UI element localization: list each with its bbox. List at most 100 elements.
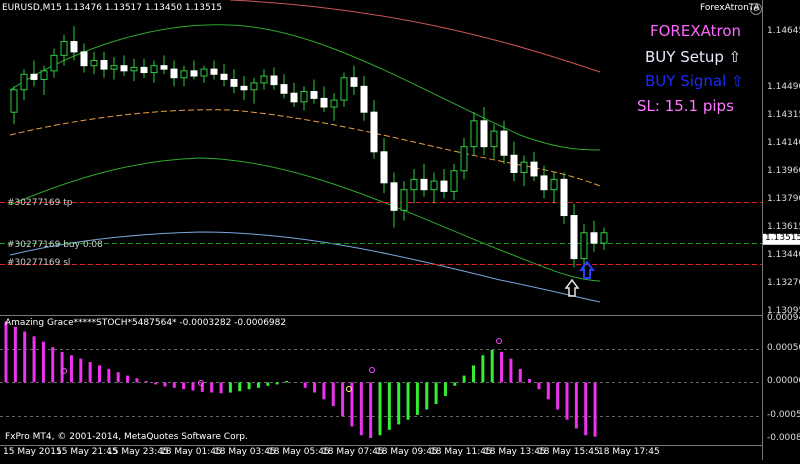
indicator-pane-label: Amazing Grace*****STOCH*5487564* -0.0003… <box>5 318 287 328</box>
time-axis-label: 18 May 11:45 <box>430 447 492 457</box>
candle-body[interactable] <box>130 66 138 72</box>
candle-body[interactable] <box>120 65 128 72</box>
upper-band-green <box>9 24 601 151</box>
candle-body[interactable] <box>310 91 318 99</box>
candle-body[interactable] <box>190 70 198 77</box>
candle-body[interactable] <box>240 85 248 91</box>
candle-body[interactable] <box>30 73 38 80</box>
price-tick: 1.13440 <box>767 250 800 260</box>
candle-body[interactable] <box>400 189 408 211</box>
indicator-tick: -0.000842 <box>767 433 800 444</box>
upper-band-red <box>229 0 601 73</box>
candle-body[interactable] <box>180 70 188 79</box>
price-tick: 1.13960 <box>767 166 800 176</box>
candle-body[interactable] <box>70 41 78 53</box>
price-tick: 1.14490 <box>767 82 800 92</box>
price-tick: 1.13270 <box>767 278 800 288</box>
candle-body[interactable] <box>270 75 278 86</box>
candle-body[interactable] <box>440 180 448 192</box>
tp-order-label: #30277169 tp <box>7 198 73 208</box>
price-tick: 1.14645 <box>767 26 800 36</box>
settings-icon[interactable]: ⚙ <box>750 3 762 15</box>
candle-body[interactable] <box>210 68 218 75</box>
candle-body[interactable] <box>320 97 328 108</box>
candles-group[interactable] <box>10 26 608 271</box>
candle-body[interactable] <box>50 54 58 72</box>
time-axis-label: 18 May 05:45 <box>268 447 330 457</box>
time-axis-label: 18 May 15:45 <box>538 447 600 457</box>
lower-band-green <box>9 157 601 282</box>
candle-body[interactable] <box>500 130 508 156</box>
time-axis-label: 18 May 03:45 <box>214 447 276 457</box>
candle-body[interactable] <box>560 178 568 217</box>
candle-body[interactable] <box>380 151 388 184</box>
candle-body[interactable] <box>570 215 578 260</box>
candle-body[interactable] <box>80 51 88 67</box>
candle-body[interactable] <box>90 60 98 67</box>
overlay-buy-signal: BUY Signal ⇧ <box>645 72 744 90</box>
candle-body[interactable] <box>540 175 548 191</box>
candle-body[interactable] <box>490 130 498 148</box>
candle-body[interactable] <box>590 232 598 244</box>
candle-body[interactable] <box>150 65 158 74</box>
candle-body[interactable] <box>170 68 178 79</box>
candle-body[interactable] <box>140 66 148 74</box>
chart-canvas[interactable] <box>0 0 800 460</box>
candle-body[interactable] <box>110 65 118 70</box>
time-axis-label: 18 May 13:45 <box>484 447 546 457</box>
candle-body[interactable] <box>300 91 308 103</box>
candle-body[interactable] <box>100 60 108 70</box>
symbol-info-label: EURUSD,M15 1.13476 1.13517 1.13450 1.135… <box>2 3 223 13</box>
candle-body[interactable] <box>290 92 298 103</box>
candle-body[interactable] <box>480 120 488 148</box>
time-axis-label: 18 May 17:45 <box>598 447 660 457</box>
candle-body[interactable] <box>580 232 588 260</box>
overlay-sl: SL: 15.1 pips <box>637 97 734 115</box>
candle-body[interactable] <box>370 111 378 153</box>
indicator-tick: 0.000500 <box>767 342 800 353</box>
overlay-brand: FOREXAtron <box>650 22 742 40</box>
candle-body[interactable] <box>360 85 368 113</box>
candle-body[interactable] <box>10 89 18 113</box>
candle-body[interactable] <box>40 70 48 80</box>
sl-order-label: #30277169 sl <box>7 258 71 268</box>
price-tick: 1.13790 <box>767 194 800 204</box>
copyright-label: FxPro MT4, © 2001-2014, MetaQuotes Softw… <box>5 432 248 442</box>
candle-body[interactable] <box>250 82 258 91</box>
candle-body[interactable] <box>600 232 608 244</box>
candle-body[interactable] <box>160 65 168 70</box>
candle-body[interactable] <box>260 75 268 84</box>
candle-body[interactable] <box>420 178 428 191</box>
candle-body[interactable] <box>60 41 68 56</box>
time-axis-label: 15 May 2015 <box>3 447 62 457</box>
indicator-signal-dot <box>496 338 502 344</box>
price-tick: 1.13615 <box>767 222 800 232</box>
candle-body[interactable] <box>510 154 518 173</box>
candle-body[interactable] <box>530 161 538 177</box>
price-tick: 1.14315 <box>767 110 800 120</box>
buy-order-label: #30277169 buy 0.08 <box>7 240 103 250</box>
overlay-buy-setup: BUY Setup ⇧ <box>645 48 742 66</box>
candle-body[interactable] <box>390 182 398 211</box>
candle-body[interactable] <box>230 78 238 87</box>
candle-body[interactable] <box>350 77 358 87</box>
buy-setup-arrow-icon <box>564 278 580 297</box>
candle-body[interactable] <box>330 99 338 108</box>
candle-body[interactable] <box>200 68 208 77</box>
indicator-tick: 0.00000 <box>767 376 800 387</box>
time-axis-label: 18 May 09:45 <box>376 447 438 457</box>
indicator-signal-dot <box>369 367 375 373</box>
candle-body[interactable] <box>430 180 438 191</box>
candle-body[interactable] <box>20 73 28 91</box>
candle-body[interactable] <box>550 178 558 191</box>
candle-body[interactable] <box>470 120 478 148</box>
candle-body[interactable] <box>450 170 458 192</box>
candle-body[interactable] <box>410 178 418 191</box>
candle-body[interactable] <box>280 84 288 94</box>
chart-window[interactable]: EURUSD,M15 1.13476 1.13517 1.13450 1.135… <box>0 0 800 460</box>
candle-body[interactable] <box>220 73 228 80</box>
indicator-bars-group[interactable] <box>4 321 597 438</box>
candle-body[interactable] <box>340 77 348 101</box>
candle-body[interactable] <box>460 146 468 172</box>
candle-body[interactable] <box>520 161 528 173</box>
